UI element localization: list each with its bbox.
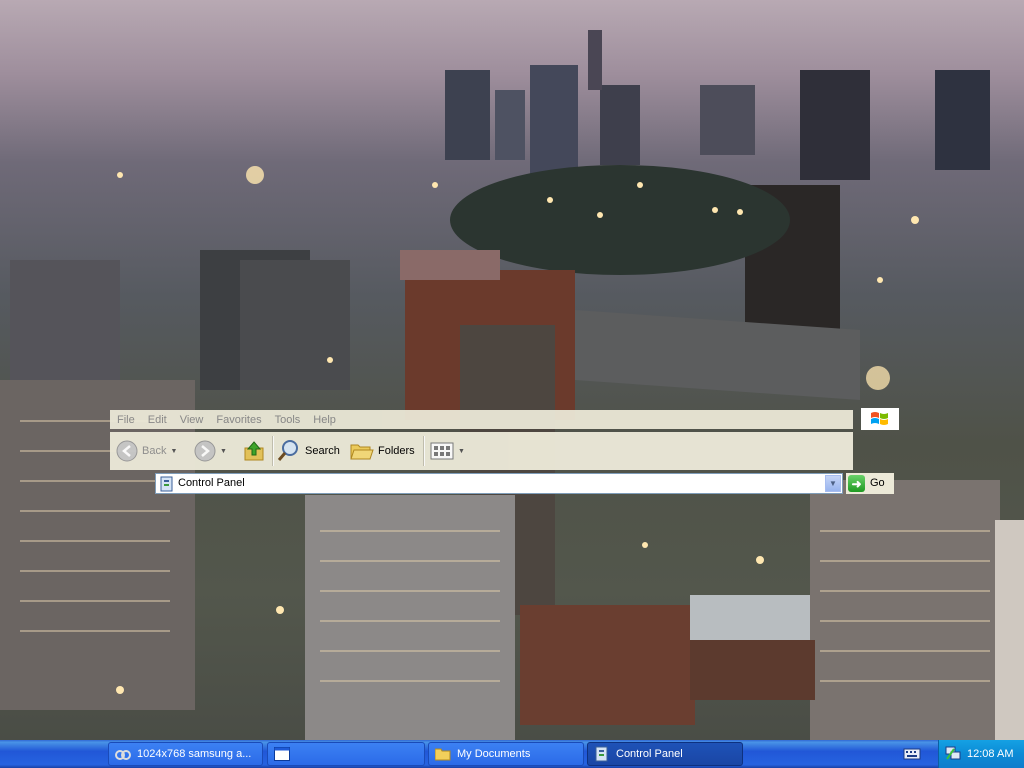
window-icon xyxy=(274,746,290,762)
menu-file[interactable]: File xyxy=(117,414,135,426)
city-skyline-image xyxy=(0,30,1024,740)
folders-button[interactable]: Folders xyxy=(350,438,415,464)
menu-favorites[interactable]: Favorites xyxy=(216,414,261,426)
taskbar: 1024x768 samsung a... My Documents Contr… xyxy=(0,740,1024,768)
keyboard-language-icon[interactable] xyxy=(903,744,921,762)
go-button[interactable]: ➜ Go xyxy=(846,473,894,494)
menu-edit[interactable]: Edit xyxy=(148,414,167,426)
back-label: Back xyxy=(142,445,167,457)
magnifier-glasses-icon xyxy=(115,746,131,762)
taskbar-item-image-viewer[interactable]: 1024x768 samsung a... xyxy=(108,742,263,766)
views-button[interactable]: ▼ xyxy=(430,438,465,464)
system-tray: 12:08 AM xyxy=(938,740,1024,768)
back-dropdown-icon[interactable]: ▼ xyxy=(170,448,177,455)
explorer-toolbar: Back ▼ ▼ Search Folders ▼ xyxy=(110,432,853,470)
taskbar-item-control-panel[interactable]: Control Panel xyxy=(587,742,743,766)
up-folder-button[interactable] xyxy=(243,438,265,464)
explorer-menu-bar: File Edit View Favorites Tools Help xyxy=(110,410,853,429)
folders-label: Folders xyxy=(378,445,415,457)
forward-arrow-icon xyxy=(194,440,216,462)
forward-button[interactable]: ▼ xyxy=(194,438,227,464)
address-bar[interactable]: Control Panel ▼ xyxy=(155,473,843,494)
address-value: Control Panel xyxy=(178,477,245,489)
search-button[interactable]: Search xyxy=(277,438,340,464)
toolbar-separator xyxy=(272,436,274,466)
up-folder-icon xyxy=(244,441,264,461)
taskbar-item-window[interactable] xyxy=(267,742,425,766)
menu-view[interactable]: View xyxy=(180,414,204,426)
clock[interactable]: 12:08 AM xyxy=(967,748,1013,760)
taskbar-item-label: My Documents xyxy=(457,748,531,760)
back-button[interactable]: Back ▼ xyxy=(116,438,177,464)
windows-flag-icon xyxy=(871,412,888,425)
address-dropdown-button[interactable]: ▼ xyxy=(825,475,841,492)
folder-icon xyxy=(435,746,451,762)
network-icon[interactable] xyxy=(945,745,961,764)
desktop-wallpaper xyxy=(0,0,1024,740)
taskbar-item-label: Control Panel xyxy=(616,748,683,760)
control-panel-icon xyxy=(594,746,610,762)
search-icon xyxy=(277,440,298,461)
menu-help[interactable]: Help xyxy=(313,414,336,426)
taskbar-item-label: 1024x768 samsung a... xyxy=(137,748,252,760)
folders-icon xyxy=(350,444,374,460)
views-dropdown-icon[interactable]: ▼ xyxy=(458,448,465,455)
chevron-down-icon: ▼ xyxy=(829,479,837,488)
taskbar-item-my-documents[interactable]: My Documents xyxy=(428,742,584,766)
search-label: Search xyxy=(305,445,340,457)
go-arrow-icon: ➜ xyxy=(848,475,865,492)
control-panel-icon xyxy=(160,476,173,492)
views-icon xyxy=(430,442,454,460)
go-label: Go xyxy=(870,477,885,489)
windows-logo xyxy=(861,408,899,430)
toolbar-separator xyxy=(423,436,425,466)
menu-tools[interactable]: Tools xyxy=(275,414,301,426)
forward-dropdown-icon[interactable]: ▼ xyxy=(220,448,227,455)
back-arrow-icon xyxy=(116,440,138,462)
